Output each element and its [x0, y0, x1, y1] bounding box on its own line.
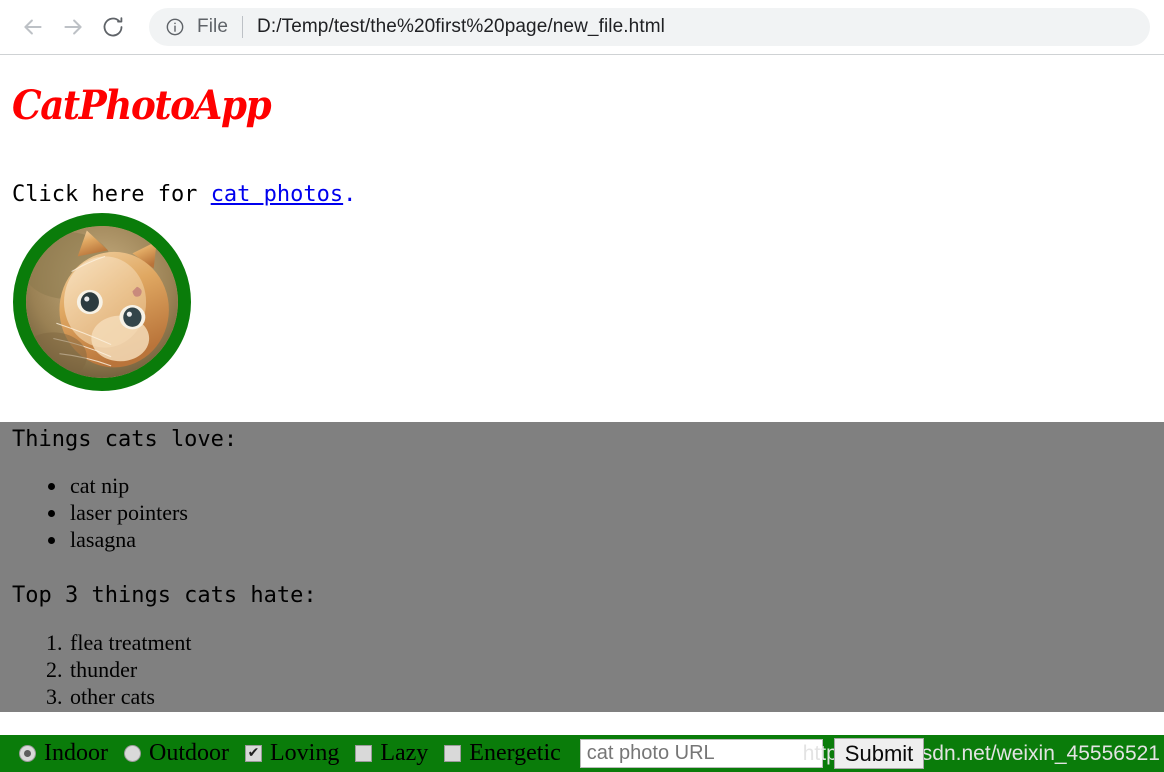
checkbox-lazy[interactable]: ✔ — [355, 745, 373, 762]
things-cats-hate-heading: Top 3 things cats hate: — [12, 583, 317, 608]
page-content: CatPhotoApp Click here for cat photos. T… — [0, 56, 1164, 772]
checkbox-label-loving: Loving — [269, 740, 340, 766]
reload-button[interactable] — [93, 7, 133, 47]
forward-button[interactable] — [53, 7, 93, 47]
things-cats-love-list: cat nip laser pointers lasagna — [12, 472, 188, 553]
list-item: lasagna — [68, 526, 188, 553]
url-text: D:/Temp/test/the%20first%20page/new_file… — [257, 16, 665, 37]
omnibox-divider — [242, 16, 244, 38]
submit-button-label: Submit — [844, 740, 914, 766]
arrow-right-icon — [60, 14, 86, 40]
cats-info-panel: Things cats love: cat nip laser pointers… — [0, 422, 1164, 712]
things-cats-love-heading: Things cats love: — [12, 427, 238, 452]
list-item: flea treatment — [68, 629, 192, 656]
check-mark-icon: ✔ — [247, 745, 260, 761]
address-bar[interactable]: File D:/Temp/test/the%20first%20page/new… — [149, 8, 1150, 46]
browser-toolbar: File D:/Temp/test/the%20first%20page/new… — [0, 0, 1164, 55]
page-title: CatPhotoApp — [12, 82, 272, 129]
checkbox-label-lazy: Lazy — [380, 740, 429, 766]
cat-photo-image — [26, 226, 178, 378]
checkbox-loving[interactable]: ✔ — [244, 745, 262, 762]
reload-icon — [101, 15, 125, 39]
info-circle-icon[interactable] — [165, 17, 185, 37]
checkbox-option-energetic[interactable]: ✔ Energetic — [444, 740, 577, 767]
intro-suffix: . — [343, 182, 357, 207]
radio-dot-icon — [24, 750, 31, 757]
cat-photos-link[interactable]: cat photos — [211, 182, 343, 207]
list-item: cat nip — [68, 472, 188, 499]
cat-photo[interactable] — [13, 213, 191, 391]
checkbox-option-lazy[interactable]: ✔ Lazy — [355, 740, 444, 767]
checkbox-option-loving[interactable]: ✔ Loving — [244, 740, 355, 767]
list-item: thunder — [68, 656, 192, 683]
submit-button[interactable]: Submit — [833, 738, 925, 769]
cat-form: Indoor Outdoor ✔ Loving ✔ Lazy ✔ Energet… — [0, 735, 1164, 772]
things-cats-hate-list: flea treatment thunder other cats — [12, 629, 192, 710]
radio-label-outdoor: Outdoor — [148, 740, 229, 766]
back-button[interactable] — [13, 7, 53, 47]
list-item: laser pointers — [68, 499, 188, 526]
cat-photo-url-input[interactable]: cat photo URL — [579, 739, 823, 768]
cat-photo-url-placeholder: cat photo URL — [586, 742, 715, 764]
list-item: other cats — [68, 683, 192, 710]
radio-option-indoor[interactable]: Indoor — [19, 740, 124, 767]
arrow-left-icon — [20, 14, 46, 40]
intro-paragraph: Click here for cat photos. — [12, 182, 356, 207]
radio-label-indoor: Indoor — [44, 740, 108, 766]
url-scheme-label: File — [197, 16, 229, 37]
radio-outdoor[interactable] — [123, 745, 141, 762]
checkbox-label-energetic: Energetic — [469, 740, 561, 766]
radio-option-outdoor[interactable]: Outdoor — [123, 740, 245, 767]
checkbox-energetic[interactable]: ✔ — [444, 745, 462, 762]
radio-indoor[interactable] — [19, 745, 36, 762]
intro-prefix: Click here for — [12, 182, 211, 207]
